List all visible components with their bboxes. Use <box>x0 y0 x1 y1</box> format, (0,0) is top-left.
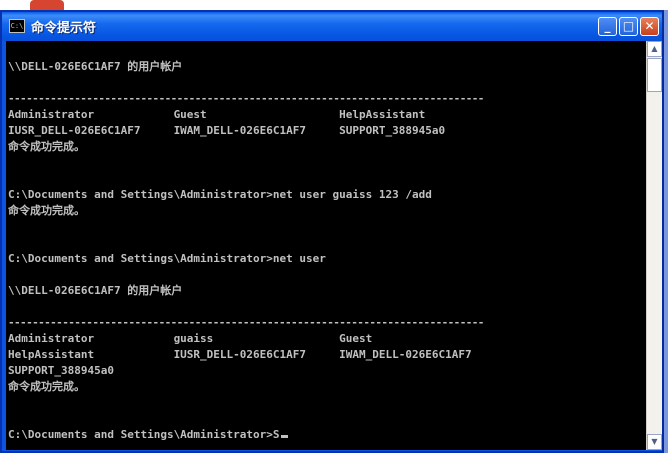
console-separator: ----------------------------------------… <box>8 316 484 329</box>
console-output[interactable]: \\DELL-026E6C1AF7 的用户帐户 ----------------… <box>6 41 646 450</box>
console-line: Administrator guaiss Guest <box>8 332 373 345</box>
console-separator: ----------------------------------------… <box>8 92 484 105</box>
scroll-up-button[interactable]: ▲ <box>647 41 662 57</box>
console-line: \\DELL-026E6C1AF7 的用户帐户 <box>8 284 183 297</box>
text-cursor <box>280 435 288 438</box>
window-title: 命令提示符 <box>31 21 97 36</box>
console-line: 命令成功完成。 <box>8 380 85 393</box>
console-line: C:\Documents and Settings\Administrator>… <box>8 252 326 265</box>
minimize-button[interactable]: _ <box>598 17 617 36</box>
scroll-thumb[interactable] <box>647 58 662 92</box>
console-prompt-line[interactable]: C:\Documents and Settings\Administrator>… <box>8 427 288 443</box>
console-line: C:\Documents and Settings\Administrator>… <box>8 188 432 201</box>
command-prompt-window: C:\ 命令提示符 _ □ ✕ \\DELL-026E6C1AF7 的用户帐户 … <box>0 10 664 453</box>
console-line: SUPPORT_388945a0 <box>8 364 114 377</box>
title-bar[interactable]: C:\ 命令提示符 _ □ ✕ <box>2 12 662 41</box>
background-strip <box>0 0 668 10</box>
maximize-button[interactable]: □ <box>619 17 638 36</box>
console-line: 命令成功完成。 <box>8 204 85 217</box>
console-line: IUSR_DELL-026E6C1AF7 IWAM_DELL-026E6C1AF… <box>8 124 446 137</box>
console-line: HelpAssistant IUSR_DELL-026E6C1AF7 IWAM_… <box>8 348 472 361</box>
prompt-text: C:\Documents and Settings\Administrator>… <box>8 428 280 441</box>
scroll-down-button[interactable]: ▼ <box>647 434 662 450</box>
close-button[interactable]: ✕ <box>640 17 659 36</box>
console-line: Administrator Guest HelpAssistant <box>8 108 426 121</box>
taskbar-tab <box>30 0 64 10</box>
console-line: 命令成功完成。 <box>8 140 85 153</box>
cmd-app-icon[interactable]: C:\ <box>9 19 25 33</box>
vertical-scrollbar[interactable]: ▲ ▼ <box>646 41 662 450</box>
console-line: \\DELL-026E6C1AF7 的用户帐户 <box>8 60 183 73</box>
